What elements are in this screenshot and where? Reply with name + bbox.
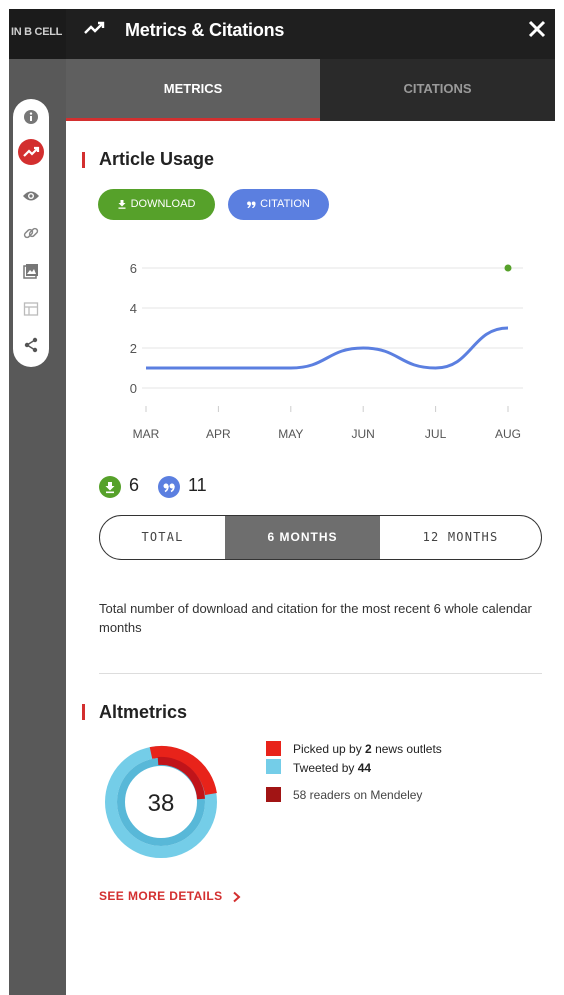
tweet-prefix: Tweeted by xyxy=(293,761,358,775)
metrics-panel-frame: IN B CELL Metrics & Citations METRICS CI… xyxy=(9,9,555,995)
tweet-color-swatch xyxy=(266,759,281,774)
citation-button-label: CITATION xyxy=(260,198,310,210)
section-marker xyxy=(82,704,85,720)
citation-button[interactable]: CITATION xyxy=(228,189,329,220)
x-tick-label: MAR xyxy=(133,427,160,441)
quote-icon xyxy=(247,201,256,208)
x-tick-label: MAY xyxy=(278,427,303,441)
news-count: 2 xyxy=(365,742,372,756)
period-selector: TOTAL 6 MONTHS 12 MONTHS xyxy=(99,515,542,560)
see-more-label: SEE MORE DETAILS xyxy=(99,889,223,903)
news-prefix: Picked up by xyxy=(293,742,366,756)
close-icon[interactable] xyxy=(527,19,547,44)
period-total[interactable]: TOTAL xyxy=(100,516,225,559)
x-tick-label: AUG xyxy=(495,427,521,441)
news-suffix: news outlets xyxy=(371,742,442,756)
article-title-text: IN B CELL xyxy=(11,26,63,38)
tweets-text: Tweeted by 44 xyxy=(293,761,371,775)
download-icon xyxy=(118,199,126,209)
mendeley-readers-text: 58 readers on Mendeley xyxy=(293,788,423,802)
mendeley-color-swatch xyxy=(266,787,281,802)
panel-tabs: METRICS CITATIONS xyxy=(66,59,555,121)
y-tick-label: 2 xyxy=(130,341,137,356)
download-button[interactable]: DOWNLOAD xyxy=(98,189,215,220)
section-marker xyxy=(82,152,85,168)
sidebar-tool-menu xyxy=(13,99,49,367)
x-tick-label: JUL xyxy=(425,427,447,441)
download-button-label: DOWNLOAD xyxy=(130,198,196,210)
y-tick-label: 0 xyxy=(130,381,137,396)
news-color-swatch xyxy=(266,741,281,756)
info-icon[interactable] xyxy=(21,107,41,127)
altmetric-score: 38 xyxy=(148,790,175,817)
y-tick-label: 4 xyxy=(130,301,137,316)
altmetric-donut[interactable]: 38 xyxy=(98,739,224,865)
period-6-months[interactable]: 6 MONTHS xyxy=(225,516,380,559)
metrics-panel: Metrics & Citations METRICS CITATIONS Ar… xyxy=(66,9,555,995)
usage-description: Total number of download and citation fo… xyxy=(99,601,532,635)
chevron-right-icon xyxy=(232,891,241,903)
citation-count: 11 xyxy=(188,475,207,495)
eye-icon[interactable] xyxy=(21,186,41,206)
citation-count-icon xyxy=(158,476,180,498)
download-count-icon xyxy=(99,476,121,498)
altmetrics-title: Altmetrics xyxy=(99,702,188,722)
see-more-details-link[interactable]: SEE MORE DETAILS xyxy=(99,889,242,903)
download-count: 6 xyxy=(129,475,140,495)
panel-title: Metrics & Citations xyxy=(125,20,285,40)
trending-up-icon xyxy=(84,20,106,41)
news-outlets-text: Picked up by 2 news outlets xyxy=(293,742,442,756)
article-side-strip: IN B CELL xyxy=(9,9,66,995)
download-point xyxy=(504,264,512,272)
article-usage-title: Article Usage xyxy=(99,149,215,169)
link-icon[interactable] xyxy=(21,223,41,243)
y-tick-label: 6 xyxy=(130,261,137,276)
x-tick-label: APR xyxy=(206,427,231,441)
article-title-fragment: IN B CELL xyxy=(9,9,66,59)
tweet-count: 44 xyxy=(357,761,372,775)
tab-metrics[interactable]: METRICS xyxy=(66,59,320,121)
usage-line-chart: 6 4 2 0 MAR APR MAY JUN JUL AUG xyxy=(130,261,523,441)
trending-icon[interactable] xyxy=(18,139,44,165)
x-tick-label: JUN xyxy=(352,427,375,441)
image-icon[interactable] xyxy=(21,261,41,281)
period-12-months[interactable]: 12 MONTHS xyxy=(380,516,541,559)
panel-header: Metrics & Citations xyxy=(66,9,555,59)
tab-citations[interactable]: CITATIONS xyxy=(320,59,555,121)
table-icon[interactable] xyxy=(21,299,41,319)
share-icon[interactable] xyxy=(21,335,41,355)
section-divider xyxy=(99,673,542,674)
